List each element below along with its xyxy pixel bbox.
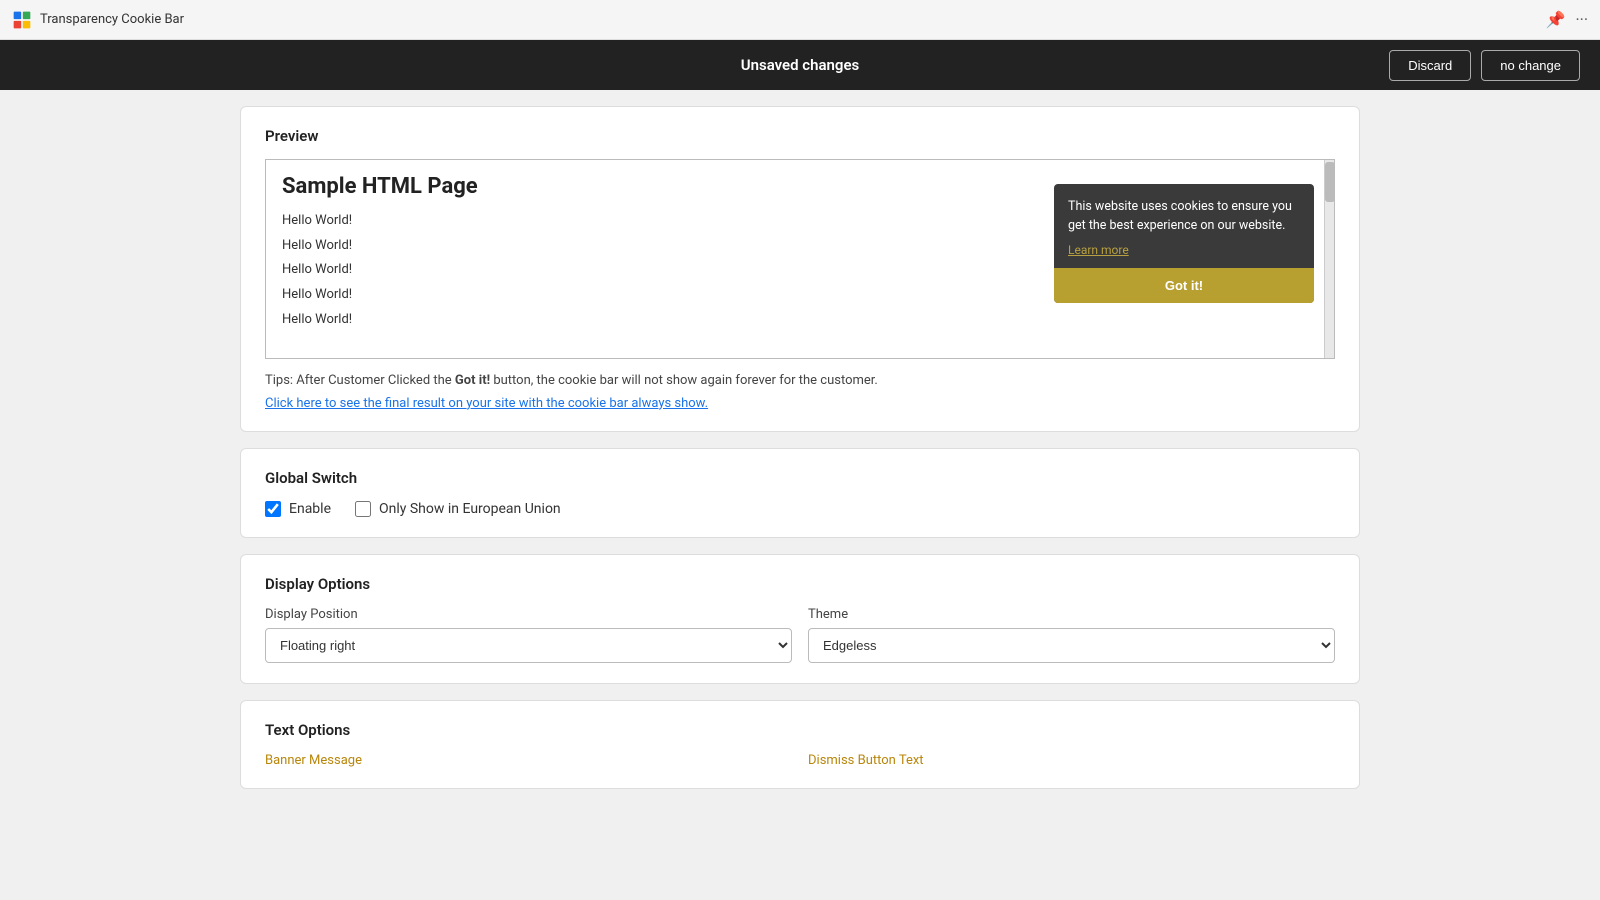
title-bar-left: Transparency Cookie Bar (12, 10, 184, 30)
dismiss-button-label: Dismiss Button Text (808, 753, 1335, 768)
position-select[interactable]: Floating right Floating left Top bar Bot… (265, 628, 792, 663)
eu-label: Only Show in European Union (379, 501, 561, 517)
title-bar-right: 📌 ··· (1546, 10, 1588, 29)
enable-option: Enable (265, 501, 331, 517)
theme-field: Theme Edgeless Classic Modern (808, 607, 1335, 663)
preview-inner: Sample HTML Page Hello World! Hello Worl… (266, 160, 1334, 358)
preview-scrollbar[interactable] (1324, 160, 1334, 358)
app-title: Transparency Cookie Bar (40, 12, 184, 27)
theme-label: Theme (808, 607, 1335, 622)
app-icon (12, 10, 32, 30)
text-options-card: Text Options Banner Message Dismiss Butt… (240, 700, 1360, 789)
global-switch-title: Global Switch (265, 469, 1335, 487)
preview-card: Preview Sample HTML Page Hello World! He… (240, 106, 1360, 432)
enable-checkbox[interactable] (265, 501, 281, 517)
more-icon[interactable]: ··· (1575, 10, 1588, 29)
position-label: Display Position (265, 607, 792, 622)
preview-title: Preview (265, 127, 1335, 145)
text-options-grid: Banner Message Dismiss Button Text (265, 753, 1335, 768)
hello-line-5: Hello World! (282, 308, 1318, 333)
eu-checkbox[interactable] (355, 501, 371, 517)
theme-select[interactable]: Edgeless Classic Modern (808, 628, 1335, 663)
display-options-card: Display Options Display Position Floatin… (240, 554, 1360, 684)
text-options-title: Text Options (265, 721, 1335, 739)
no-change-button[interactable]: no change (1481, 50, 1580, 81)
unsaved-message: Unsaved changes (741, 56, 860, 74)
unsaved-bar-buttons: Discard no change (1389, 50, 1580, 81)
title-bar: Transparency Cookie Bar 📌 ··· (0, 0, 1600, 40)
tips-text: Tips: After Customer Clicked the Got it!… (265, 371, 1335, 392)
tips-link[interactable]: Click here to see the final result on yo… (265, 396, 1335, 411)
popup-message: This website uses cookies to ensure you … (1068, 198, 1300, 236)
global-switch-options: Enable Only Show in European Union (265, 501, 1335, 517)
preview-frame: Sample HTML Page Hello World! Hello Worl… (265, 159, 1335, 359)
scrollbar-thumb (1325, 162, 1335, 202)
global-switch-card: Global Switch Enable Only Show in Europe… (240, 448, 1360, 538)
position-field: Display Position Floating right Floating… (265, 607, 792, 663)
banner-message-label: Banner Message (265, 753, 792, 768)
unsaved-bar: Unsaved changes Discard no change (0, 40, 1600, 90)
display-options-title: Display Options (265, 575, 1335, 593)
dismiss-button-field: Dismiss Button Text (808, 753, 1335, 768)
pin-icon[interactable]: 📌 (1546, 10, 1566, 29)
popup-text-area: This website uses cookies to ensure you … (1054, 184, 1314, 268)
discard-button[interactable]: Discard (1389, 50, 1471, 81)
popup-got-it-button[interactable]: Got it! (1054, 268, 1314, 303)
display-options-grid: Display Position Floating right Floating… (265, 607, 1335, 663)
popup-learn-more[interactable]: Learn more (1068, 243, 1129, 257)
banner-message-field: Banner Message (265, 753, 792, 768)
main-content: Preview Sample HTML Page Hello World! He… (220, 90, 1380, 805)
eu-option: Only Show in European Union (355, 501, 561, 517)
enable-label: Enable (289, 501, 331, 517)
cookie-popup: This website uses cookies to ensure you … (1054, 184, 1314, 303)
